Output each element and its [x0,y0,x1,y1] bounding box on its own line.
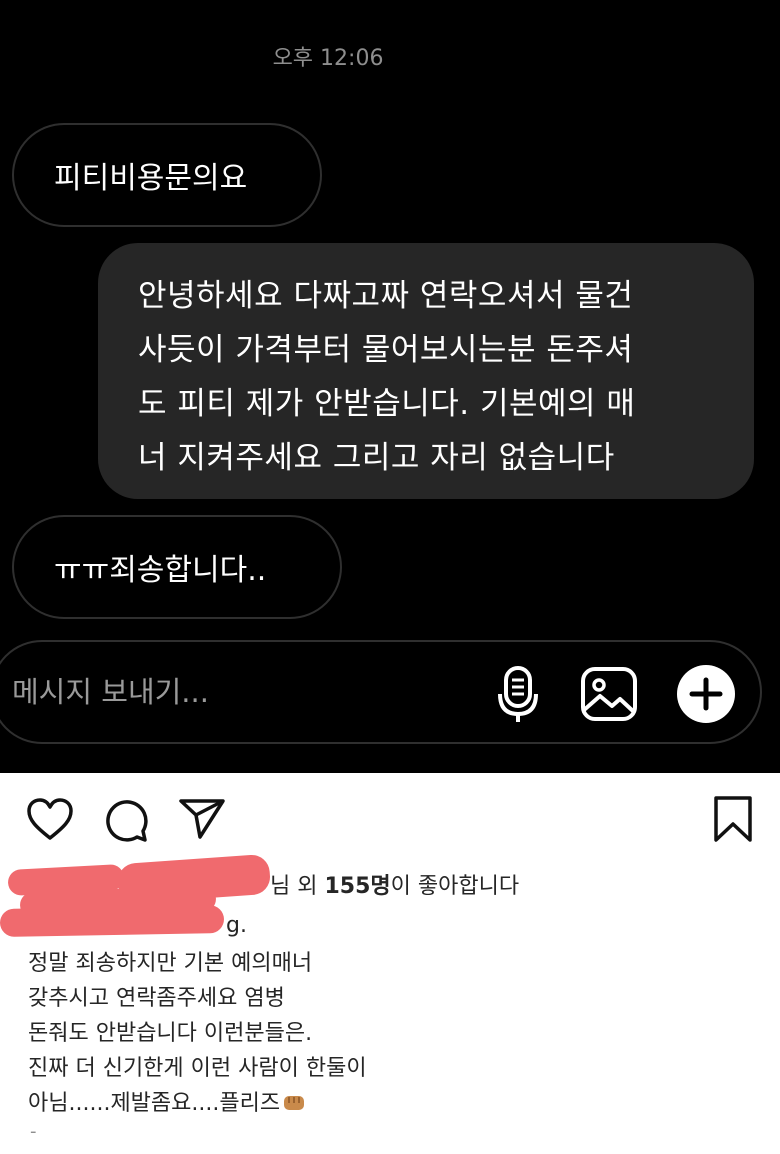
heart-icon[interactable] [26,797,74,845]
caption-username[interactable]: g. [226,913,247,938]
sent-message-line: 안녕하세요 다짜고짜 연락오셔서 물건 [138,278,634,314]
caption-trailing-dash: - [30,1121,37,1142]
bookmark-icon[interactable] [712,795,754,847]
image-icon[interactable] [580,666,638,726]
received-message-bubble[interactable]: ㅠㅠ죄송합니다.. [12,515,342,619]
caption-line: 정말 죄송하지만 기본 예의매너 [28,951,313,976]
received-message-text: 피티비용문의요 [54,161,248,196]
post-caption: 정말 죄송하지만 기본 예의매너 갖추시고 연락좀주세요 염병 돈줘도 안받습니… [28,946,367,1121]
caption-line: 진짜 더 신기한게 이런 사람이 한둘이 [28,1056,367,1081]
sent-message-line: 너 지켜주세요 그리고 자리 없습니다 [138,440,615,476]
caption-line: 아님......제발좀요....플리즈 [28,1086,367,1121]
message-composer [0,640,762,744]
caption-line: 갖추시고 연락좀주세요 염병 [28,986,285,1011]
post-footer: 님 외 155명이 좋아합니다 g. 정말 죄송하지만 기본 예의매너 갖추시고… [0,773,780,1154]
dm-thread: 오후 12:06 피티비용문의요 안녕하세요 다짜고짜 연락오셔서 물건 사듯이… [0,0,780,773]
message-input[interactable] [12,670,452,714]
comment-icon[interactable] [103,797,149,847]
caption-line: 돈줘도 안받습니다 이런분들은. [28,1021,313,1046]
message-timestamp: 오후 12:06 [272,46,384,71]
plus-icon[interactable] [676,664,736,728]
microphone-icon[interactable] [498,666,538,728]
received-message-bubble[interactable]: 피티비용문의요 [12,123,322,227]
redaction-mark [0,905,225,937]
fist-icon [282,1088,306,1110]
share-icon[interactable] [178,797,226,845]
post-actions [0,795,780,845]
received-message-text: ㅠㅠ죄송합니다.. [54,553,267,588]
sent-message-line: 사듯이 가격부터 물어보시는분 돈주셔 [138,332,634,368]
sent-message-bubble[interactable]: 안녕하세요 다짜고짜 연락오셔서 물건 사듯이 가격부터 물어보시는분 돈주셔 … [98,243,754,499]
sent-message-line: 도 피티 제가 안받습니다. 기본예의 매 [138,386,636,422]
